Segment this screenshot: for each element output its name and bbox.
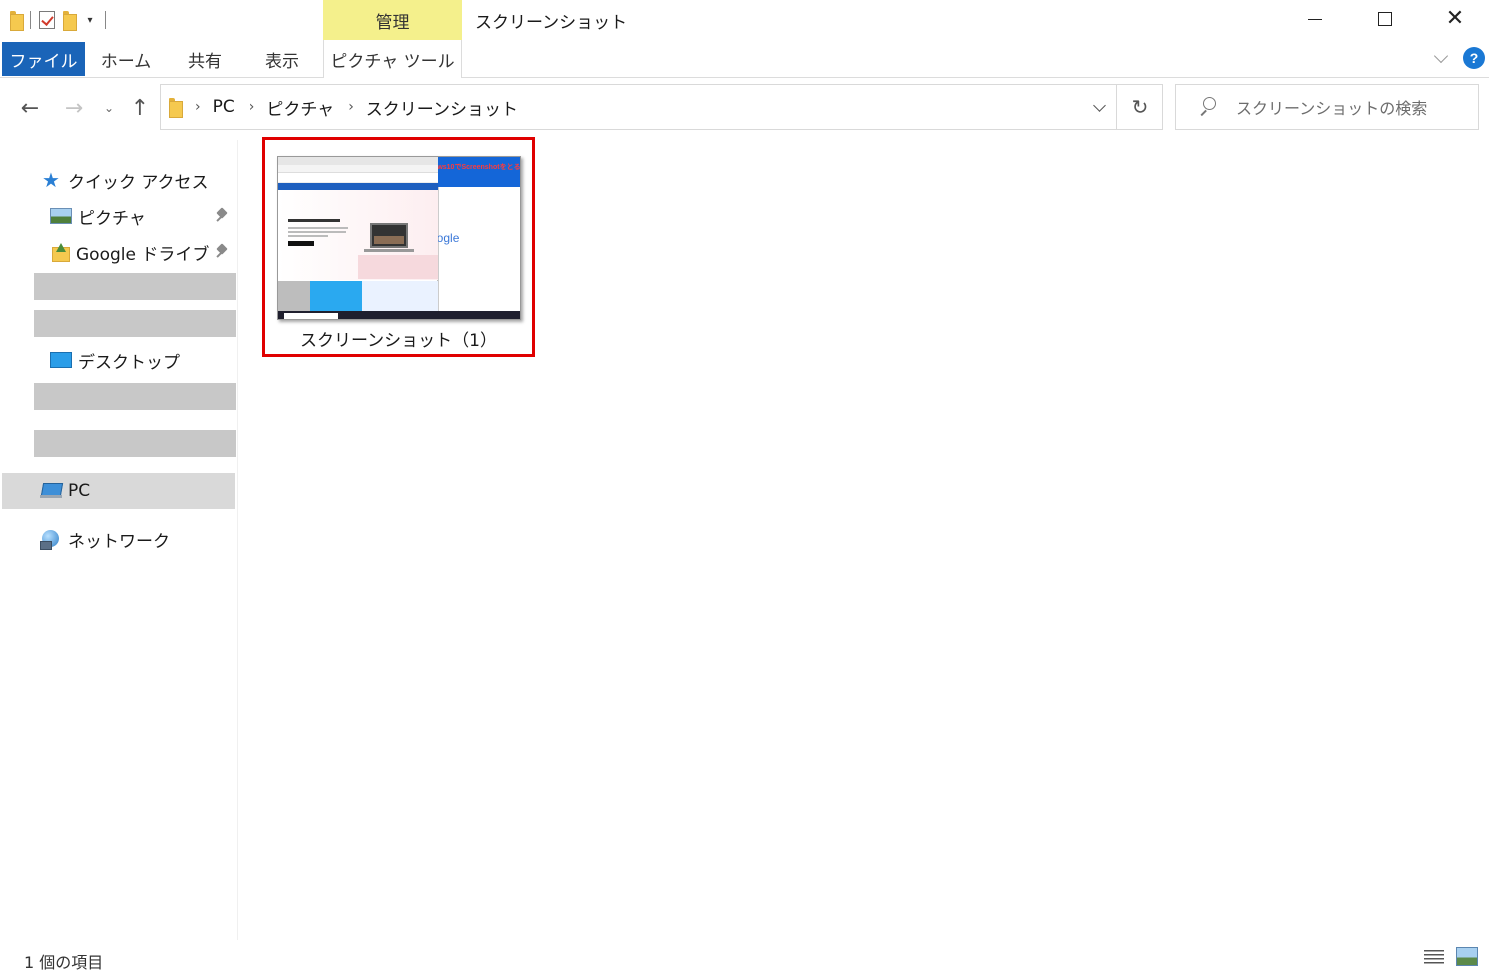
window-title: スクリーンショット [475, 13, 628, 33]
breadcrumb-separator[interactable]: › [348, 99, 354, 115]
star-icon: ★ [42, 168, 60, 192]
thumbnail-taskbar-search [284, 313, 338, 319]
redacted-item [34, 430, 236, 457]
toolbar-separator [105, 11, 106, 29]
pictures-icon [50, 208, 72, 224]
refresh-button[interactable]: ↻ [1116, 85, 1163, 129]
navigation-pane: ★ クイック アクセス ピクチャ Google ドライブ デスクトップ PC ネ… [0, 140, 238, 940]
thumbnail-text-line [288, 227, 348, 229]
sidebar-selection-highlight [2, 473, 235, 509]
customize-toolbar-dropdown[interactable]: ▾ [83, 15, 97, 26]
close-button[interactable]: ✕ [1420, 0, 1489, 38]
sidebar-item-pc[interactable]: PC [40, 474, 90, 508]
folder-icon [10, 11, 24, 31]
pc-icon [40, 482, 62, 500]
sidebar-item-label: クイック アクセス [68, 172, 209, 193]
ribbon-tabs: ファイル ホーム 共有 表示 ピクチャ ツール ? [0, 40, 1489, 78]
thumbnail-laptop-base [364, 249, 414, 252]
thumbnail-text-line [288, 231, 346, 233]
address-dropdown-chevron-icon[interactable] [1081, 85, 1117, 129]
help-icon[interactable]: ? [1463, 47, 1485, 69]
tab-share[interactable]: 共有 [172, 40, 238, 78]
address-bar[interactable]: › PC › ピクチャ › スクリーンショット ↻ [160, 84, 1163, 130]
recent-locations-chevron-icon[interactable]: ⌄ [100, 95, 118, 121]
thumbnail-desktop-gray [278, 281, 310, 313]
pin-icon[interactable] [214, 208, 230, 224]
sidebar-item-pictures[interactable]: ピクチャ [50, 199, 236, 233]
thumbnail-panel [438, 187, 520, 311]
file-item[interactable]: Windows10でScreenshotをとる方法 oogle [262, 137, 535, 357]
redacted-item [34, 273, 236, 300]
thumbnail-text-line [288, 235, 328, 237]
details-view-icon[interactable] [1424, 948, 1444, 966]
network-icon [40, 528, 62, 550]
title-bar: ▾ 管理 スクリーンショット ✕ [0, 0, 1489, 40]
tab-picture-tools[interactable]: ピクチャ ツール [323, 40, 462, 78]
redacted-item [34, 310, 236, 337]
thumbnail-pink-block [358, 255, 438, 279]
breadcrumb-pictures[interactable]: ピクチャ [266, 95, 334, 120]
file-list: Windows10でScreenshotをとる方法 oogle [240, 137, 1489, 937]
desktop-icon [50, 352, 72, 368]
sidebar-item-label: PC [68, 481, 91, 501]
file-name[interactable]: スクリーンショット（1） [265, 326, 532, 351]
maximize-button[interactable] [1350, 0, 1420, 38]
quick-access-toolbar: ▾ [10, 6, 106, 34]
forward-button[interactable]: → [60, 95, 88, 121]
pin-icon[interactable] [214, 244, 230, 260]
thumbnail-menubar [278, 173, 438, 183]
search-box[interactable] [1175, 84, 1479, 130]
up-button[interactable]: ↑ [126, 95, 154, 121]
thumbnail-notice [278, 183, 438, 190]
search-input[interactable] [1236, 95, 1472, 121]
sidebar-item-quick-access[interactable]: ★ クイック アクセス [40, 163, 209, 197]
item-count: 1 個の項目 [24, 953, 104, 972]
redacted-item [34, 383, 236, 410]
search-icon [1198, 97, 1216, 115]
breadcrumb-separator[interactable]: › [249, 99, 255, 115]
breadcrumb-separator[interactable]: › [195, 99, 201, 115]
new-folder-icon[interactable] [63, 11, 77, 31]
google-drive-icon [50, 242, 70, 262]
sidebar-item-label: Google ドライブ [76, 244, 210, 265]
thumbnail-browser [278, 157, 438, 281]
breadcrumb-screenshots[interactable]: スクリーンショット [366, 95, 518, 120]
sidebar-item-label: ネットワーク [68, 531, 170, 552]
tab-file[interactable]: ファイル [2, 42, 85, 76]
file-thumbnail[interactable]: Windows10でScreenshotをとる方法 oogle [277, 156, 521, 320]
properties-icon[interactable] [39, 11, 55, 29]
toolbar-separator [30, 11, 31, 29]
sidebar-item-desktop[interactable]: デスクトップ [50, 343, 180, 377]
thumbnail-laptop [370, 223, 408, 248]
tab-view[interactable]: 表示 [250, 40, 314, 78]
back-button[interactable]: ← [16, 95, 44, 121]
breadcrumb: › PC › ピクチャ › スクリーンショット [195, 85, 532, 129]
thumbnail-urlbar [278, 165, 438, 173]
close-icon: ✕ [1445, 6, 1465, 31]
tab-home[interactable]: ホーム [92, 40, 160, 78]
sidebar-item-google-drive[interactable]: Google ドライブ [50, 235, 236, 269]
thumbnail-heading [288, 219, 340, 222]
maximize-icon [1378, 12, 1392, 26]
sidebar-item-label: ピクチャ [78, 208, 146, 229]
large-icons-view-icon[interactable] [1456, 947, 1478, 966]
minimize-icon [1308, 18, 1322, 20]
sidebar-item-network[interactable]: ネットワーク [40, 522, 170, 556]
expand-ribbon-chevron-icon[interactable] [1432, 50, 1452, 68]
manage-context-tab[interactable]: 管理 [323, 0, 462, 40]
minimize-button[interactable] [1280, 0, 1350, 38]
thumbnail-button [288, 241, 314, 246]
breadcrumb-pc[interactable]: PC [213, 97, 235, 117]
folder-icon [169, 98, 183, 118]
thumbnail-tabbar [278, 157, 438, 165]
sidebar-item-label: デスクトップ [78, 352, 180, 373]
status-bar: 1 個の項目 [0, 940, 1489, 975]
